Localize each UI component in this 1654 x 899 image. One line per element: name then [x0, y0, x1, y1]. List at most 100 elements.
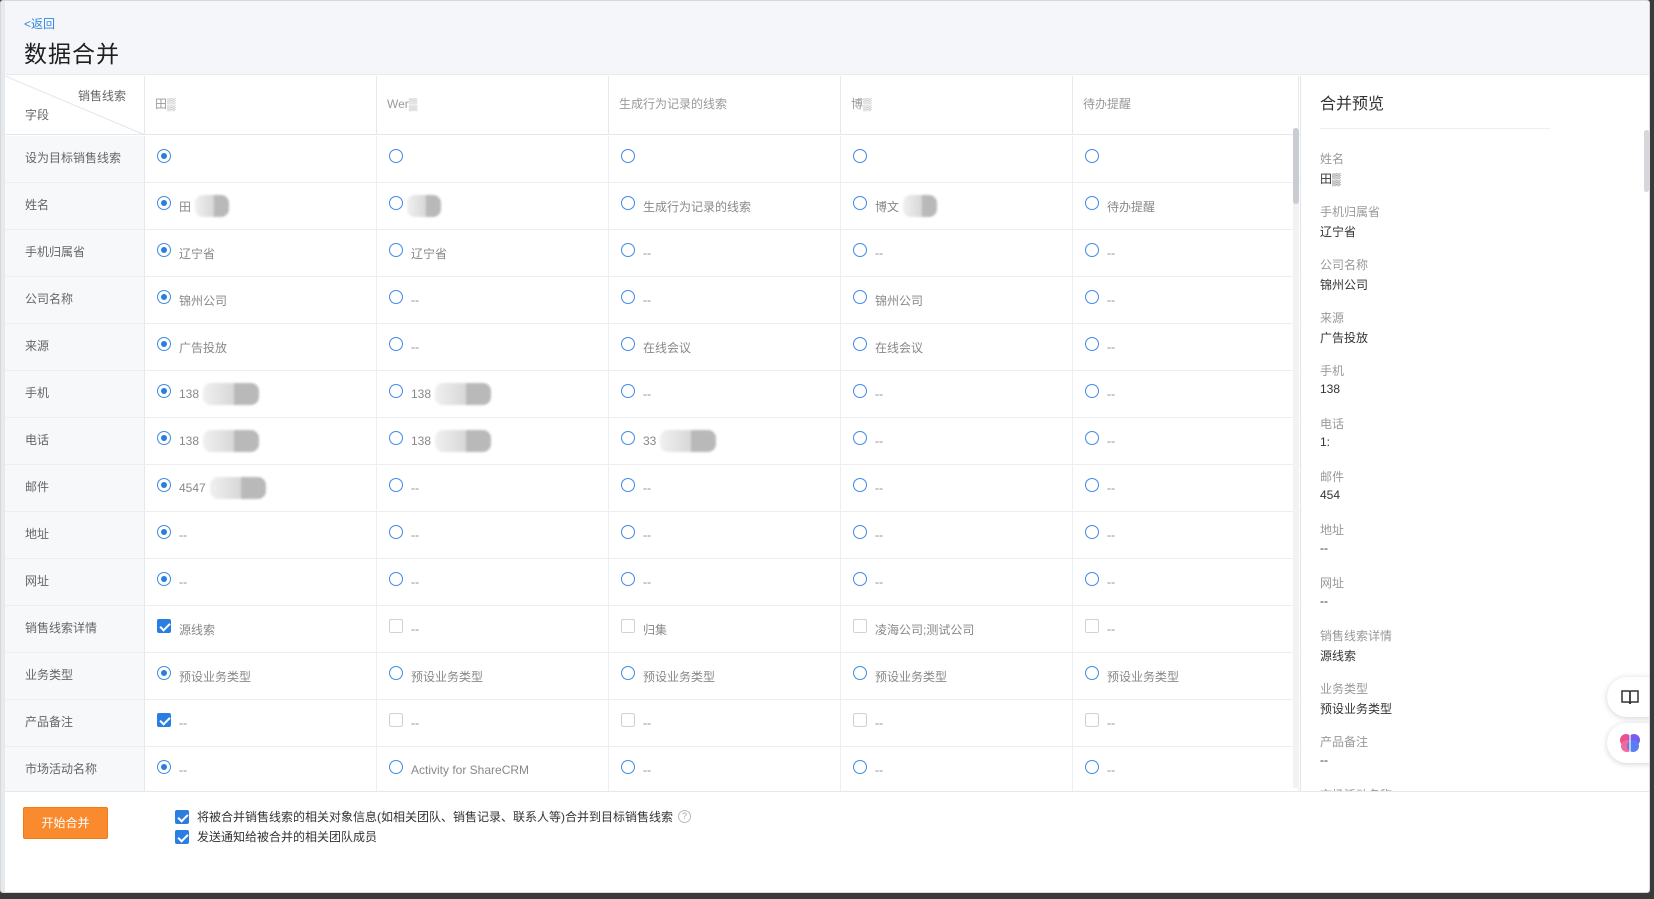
select-checkbox[interactable] [157, 619, 171, 633]
brain-icon[interactable] [1607, 723, 1649, 763]
merge-cell[interactable] [377, 183, 609, 229]
select-checkbox[interactable] [853, 713, 867, 727]
select-radio[interactable] [1085, 290, 1099, 304]
select-radio[interactable] [157, 243, 171, 257]
merge-cell[interactable] [841, 136, 1073, 182]
select-radio[interactable] [389, 431, 403, 445]
select-radio[interactable] [389, 666, 403, 680]
select-radio[interactable] [853, 384, 867, 398]
select-radio[interactable] [157, 525, 171, 539]
book-icon[interactable] [1607, 677, 1649, 717]
merge-cell[interactable]: -- [145, 747, 377, 793]
table-scroll-thumb[interactable] [1293, 128, 1299, 204]
select-radio[interactable] [389, 478, 403, 492]
select-radio[interactable] [853, 760, 867, 774]
merge-cell[interactable] [609, 136, 841, 182]
merge-cell[interactable]: -- [841, 230, 1073, 276]
option-notify-team-checkbox[interactable] [175, 829, 189, 844]
merge-cell[interactable]: 预设业务类型 [841, 653, 1073, 699]
select-radio[interactable] [621, 478, 635, 492]
select-radio[interactable] [157, 431, 171, 445]
select-checkbox[interactable] [1085, 713, 1099, 727]
select-radio[interactable] [621, 431, 635, 445]
merge-cell[interactable]: -- [1073, 230, 1299, 276]
merge-cell[interactable]: -- [609, 371, 841, 417]
merge-cell[interactable]: -- [1073, 371, 1299, 417]
merge-cell[interactable]: 广告投放 [145, 324, 377, 370]
select-radio[interactable] [157, 337, 171, 351]
select-radio[interactable] [389, 572, 403, 586]
merge-cell[interactable]: -- [609, 512, 841, 558]
select-radio[interactable] [621, 760, 635, 774]
merge-cell[interactable]: Activity for ShareCRM [377, 747, 609, 793]
merge-cell[interactable]: 预设业务类型 [1073, 653, 1299, 699]
merge-cell[interactable]: 锦州公司 [145, 277, 377, 323]
select-radio[interactable] [853, 572, 867, 586]
merge-cell[interactable]: -- [609, 747, 841, 793]
select-radio[interactable] [157, 196, 171, 210]
merge-cell[interactable]: -- [841, 747, 1073, 793]
select-radio[interactable] [1085, 572, 1099, 586]
select-checkbox[interactable] [853, 619, 867, 633]
select-radio[interactable] [621, 666, 635, 680]
select-radio[interactable] [621, 384, 635, 398]
merge-cell[interactable]: 4547 [145, 465, 377, 511]
select-radio[interactable] [1085, 149, 1099, 163]
select-radio[interactable] [853, 666, 867, 680]
merge-cell[interactable]: 预设业务类型 [609, 653, 841, 699]
merge-cell[interactable]: 博文 [841, 183, 1073, 229]
merge-cell[interactable] [1073, 136, 1299, 182]
merge-cell[interactable]: -- [377, 700, 609, 746]
merge-cell[interactable]: -- [377, 559, 609, 605]
select-radio[interactable] [853, 149, 867, 163]
merge-cell[interactable]: -- [377, 324, 609, 370]
option-merge-related-checkbox[interactable] [175, 809, 189, 824]
select-checkbox[interactable] [389, 619, 403, 633]
select-radio[interactable] [1085, 478, 1099, 492]
select-radio[interactable] [389, 525, 403, 539]
select-radio[interactable] [389, 384, 403, 398]
option-notify-team[interactable]: 发送通知给被合并的相关团队成员 [175, 828, 377, 845]
select-radio[interactable] [157, 666, 171, 680]
start-merge-button[interactable]: 开始合并 [23, 807, 108, 839]
select-radio[interactable] [157, 572, 171, 586]
merge-cell[interactable]: -- [377, 277, 609, 323]
merge-cell[interactable]: -- [1073, 465, 1299, 511]
merge-cell[interactable]: 田 [145, 183, 377, 229]
merge-cell[interactable]: 138 [377, 418, 609, 464]
select-radio[interactable] [853, 290, 867, 304]
select-radio[interactable] [157, 384, 171, 398]
select-checkbox[interactable] [621, 713, 635, 727]
merge-cell[interactable]: -- [1073, 277, 1299, 323]
merge-cell[interactable]: -- [1073, 418, 1299, 464]
select-radio[interactable] [389, 149, 403, 163]
merge-cell[interactable]: 待办提醒 [1073, 183, 1299, 229]
merge-cell[interactable]: -- [377, 606, 609, 652]
merge-cell[interactable]: -- [609, 230, 841, 276]
select-radio[interactable] [621, 149, 635, 163]
select-checkbox[interactable] [621, 619, 635, 633]
merge-cell[interactable]: 辽宁省 [145, 230, 377, 276]
select-radio[interactable] [389, 760, 403, 774]
merge-cell[interactable]: -- [377, 465, 609, 511]
merge-cell[interactable]: 辽宁省 [377, 230, 609, 276]
select-radio[interactable] [853, 431, 867, 445]
select-radio[interactable] [621, 196, 635, 210]
merge-cell[interactable]: 在线会议 [841, 324, 1073, 370]
select-radio[interactable] [853, 478, 867, 492]
merge-cell[interactable]: -- [145, 559, 377, 605]
merge-cell[interactable]: 33 [609, 418, 841, 464]
merge-cell[interactable]: -- [377, 512, 609, 558]
merge-cell[interactable]: 在线会议 [609, 324, 841, 370]
merge-cell[interactable]: 预设业务类型 [145, 653, 377, 699]
merge-cell[interactable]: -- [145, 512, 377, 558]
merge-cell[interactable]: -- [841, 371, 1073, 417]
select-radio[interactable] [157, 290, 171, 304]
back-link[interactable]: <返回 [24, 15, 55, 32]
merge-cell[interactable]: -- [1073, 324, 1299, 370]
merge-cell[interactable]: -- [609, 559, 841, 605]
select-radio[interactable] [157, 149, 171, 163]
merge-cell[interactable]: -- [1073, 606, 1299, 652]
select-radio[interactable] [1085, 525, 1099, 539]
select-radio[interactable] [1085, 384, 1099, 398]
